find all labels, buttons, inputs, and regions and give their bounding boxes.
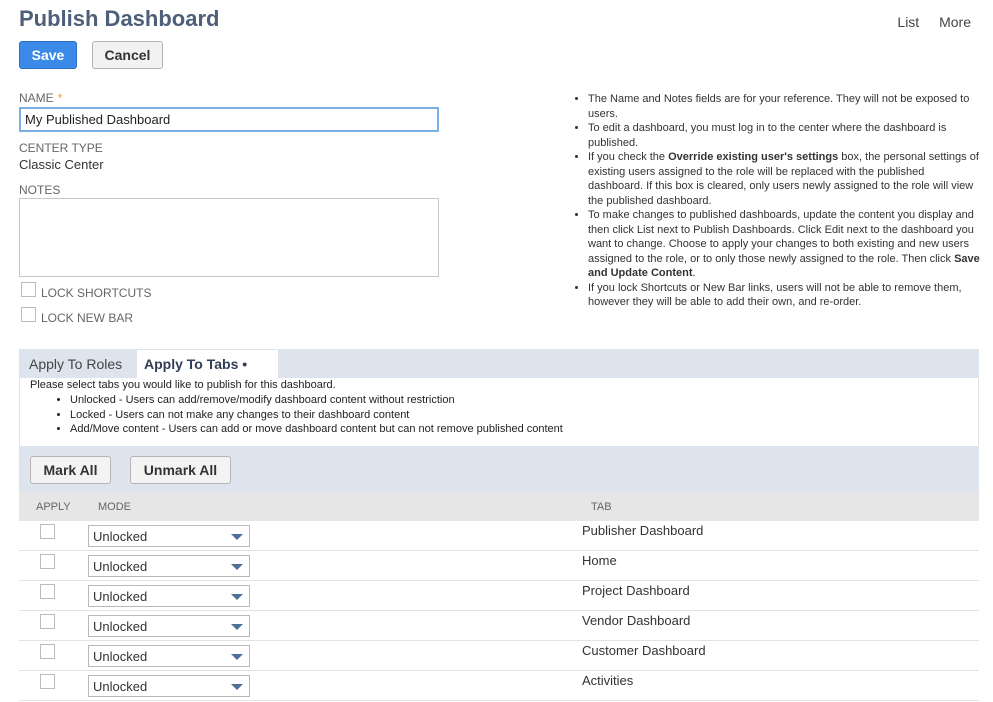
table-row: Unlocked Activities	[19, 671, 979, 701]
apply-checkbox[interactable]	[40, 524, 55, 539]
chevron-down-icon	[231, 684, 243, 690]
name-label: NAME *	[19, 91, 63, 105]
panel-intro: Please select tabs you would like to pub…	[30, 379, 336, 391]
list-link[interactable]: List	[897, 14, 919, 30]
table-header: APPLY MODE TAB	[19, 492, 979, 521]
help-text: The Name and Notes fields are for your r…	[576, 92, 980, 310]
mode-description: Unlocked - Users can add/remove/modify d…	[70, 393, 563, 408]
help-item: To make changes to published dashboards,…	[588, 208, 980, 281]
tab-name: Project Dashboard	[582, 583, 690, 598]
mode-select[interactable]: Unlocked	[88, 675, 250, 697]
mode-select[interactable]: Unlocked	[88, 645, 250, 667]
chevron-down-icon	[231, 534, 243, 540]
apply-checkbox[interactable]	[40, 584, 55, 599]
tab-apply-to-roles[interactable]: Apply To Roles	[29, 356, 122, 372]
cancel-button[interactable]: Cancel	[92, 41, 163, 69]
unmark-all-button[interactable]: Unmark All	[130, 456, 231, 484]
chevron-down-icon	[231, 594, 243, 600]
tab-name: Home	[582, 553, 617, 568]
center-type-label: CENTER TYPE	[19, 141, 103, 155]
help-item: To edit a dashboard, you must log in to …	[588, 121, 980, 150]
column-header-mode: MODE	[98, 501, 131, 513]
table-row: Unlocked Customer Dashboard	[19, 641, 979, 671]
more-link[interactable]: More	[939, 14, 971, 30]
tab-name: Vendor Dashboard	[582, 613, 691, 628]
mode-select[interactable]: Unlocked	[88, 555, 250, 577]
apply-checkbox[interactable]	[40, 674, 55, 689]
apply-checkbox[interactable]	[40, 554, 55, 569]
help-item: The Name and Notes fields are for your r…	[588, 92, 980, 121]
tab-name: Publisher Dashboard	[582, 523, 704, 538]
chevron-down-icon	[231, 654, 243, 660]
top-links: List More	[881, 14, 971, 30]
lock-new-bar-label: LOCK NEW BAR	[41, 311, 134, 325]
chevron-down-icon	[231, 564, 243, 570]
tab-apply-to-tabs[interactable]: Apply To Tabs •	[144, 356, 247, 372]
mode-select[interactable]: Unlocked	[88, 585, 250, 607]
table-row: Unlocked Vendor Dashboard	[19, 611, 979, 641]
name-input[interactable]	[19, 107, 439, 132]
tab-name: Activities	[582, 673, 634, 688]
save-button[interactable]: Save	[19, 41, 77, 69]
lock-shortcuts-label: LOCK SHORTCUTS	[41, 286, 152, 300]
page-title: Publish Dashboard	[19, 6, 220, 31]
help-item: If you check the Override existing user'…	[588, 150, 980, 208]
tab-name: Customer Dashboard	[582, 643, 706, 658]
apply-checkbox[interactable]	[40, 614, 55, 629]
lock-new-bar-checkbox[interactable]	[21, 307, 36, 322]
mode-select[interactable]: Unlocked	[88, 525, 250, 547]
notes-textarea[interactable]	[19, 198, 439, 277]
table-row: Unlocked Publisher Dashboard	[19, 521, 979, 551]
mode-description: Locked - Users can not make any changes …	[70, 408, 563, 423]
notes-label: NOTES	[19, 183, 61, 197]
center-type-value: Classic Center	[19, 157, 104, 172]
table-row: Unlocked Project Dashboard	[19, 581, 979, 611]
column-header-apply: APPLY	[36, 501, 71, 513]
mark-all-button[interactable]: Mark All	[30, 456, 111, 484]
mode-description: Add/Move content - Users can add or move…	[70, 422, 563, 437]
lock-shortcuts-checkbox[interactable]	[21, 282, 36, 297]
mode-descriptions: Unlocked - Users can add/remove/modify d…	[60, 393, 563, 437]
apply-checkbox[interactable]	[40, 644, 55, 659]
help-item: If you lock Shortcuts or New Bar links, …	[588, 281, 980, 310]
required-marker: *	[57, 91, 63, 105]
table-row: Unlocked Home	[19, 551, 979, 581]
mode-select[interactable]: Unlocked	[88, 615, 250, 637]
column-header-tab: TAB	[591, 501, 612, 513]
chevron-down-icon	[231, 624, 243, 630]
subtab-bar: Apply To Roles Apply To Tabs •	[19, 349, 979, 378]
